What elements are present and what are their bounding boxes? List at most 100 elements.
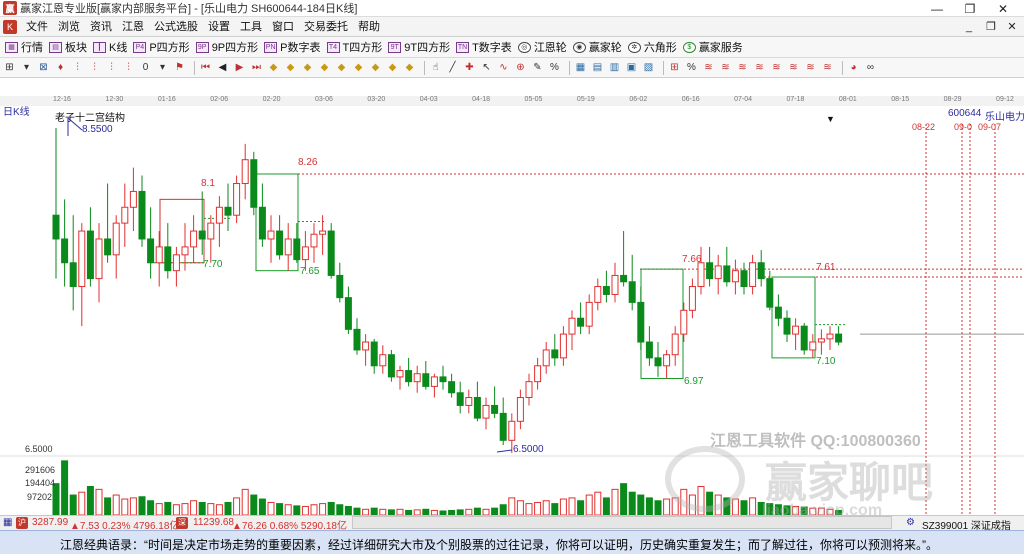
percent-tool-icon[interactable]: % <box>548 61 561 75</box>
close-button[interactable]: ✕ <box>986 0 1020 17</box>
kline-chart[interactable]: 日K线 老子十二宫结构 ▼ 600644 乐山电力 08-22 09-0 09-… <box>0 106 1024 519</box>
9t-square-button[interactable]: 9T 9T四方形 <box>386 38 454 56</box>
mark7-tool-icon[interactable]: ≋ <box>804 61 817 75</box>
diamond3-icon[interactable]: ◆ <box>301 61 314 75</box>
table-icon[interactable]: ▤ <box>591 61 604 75</box>
arrow-tool-icon[interactable]: ↖ <box>480 61 493 75</box>
restore-button[interactable]: ❐ <box>953 0 987 17</box>
calendar-icon[interactable]: ▦ <box>574 61 587 75</box>
bars3-tool-icon[interactable]: ⫶ <box>105 61 118 75</box>
mark3-tool-icon[interactable]: ≋ <box>736 61 749 75</box>
candle-body-up <box>809 341 817 351</box>
cursor-tool-icon[interactable]: ⊞ <box>3 61 16 75</box>
bars2-tool-icon[interactable]: ⫶ <box>88 61 101 75</box>
menu-info[interactable]: 资讯 <box>85 17 117 37</box>
diamond4-icon[interactable]: ◆ <box>318 61 331 75</box>
menu-file[interactable]: 文件 <box>21 17 53 37</box>
hand-tool-icon[interactable]: ☝ <box>429 61 442 75</box>
candle-body-down <box>61 238 69 264</box>
candle-body-up <box>215 206 223 224</box>
t-square-button[interactable]: T4 T四方形 <box>325 38 387 56</box>
menu-tools[interactable]: 工具 <box>235 17 267 37</box>
menu-help[interactable]: 帮助 <box>353 17 385 37</box>
kline-button[interactable]: ┃ K线 <box>91 38 131 56</box>
winner-wheel-button[interactable]: ◉ 赢家轮 <box>571 38 626 56</box>
menu-browse[interactable]: 浏览 <box>53 17 85 37</box>
kline-tool-icon[interactable]: ♦ <box>54 61 67 75</box>
gift-tool-icon[interactable]: ⊕ <box>514 61 527 75</box>
percent2-tool-icon[interactable]: % <box>685 61 698 75</box>
plus-tool-icon[interactable]: ✚ <box>463 61 476 75</box>
9p-square-button[interactable]: 9P 9P四方形 <box>194 38 262 56</box>
gann-box <box>640 268 684 379</box>
gann-wheel-label: 江恩轮 <box>533 42 567 54</box>
candle-body-down <box>422 373 430 387</box>
mark2-tool-icon[interactable]: ≋ <box>719 61 732 75</box>
mark6-tool-icon[interactable]: ≋ <box>787 61 800 75</box>
volume-bar-up <box>190 500 198 515</box>
volume-bar-up <box>611 488 619 515</box>
date-tick-label: 01-16 <box>157 96 176 103</box>
menu-window[interactable]: 窗口 <box>267 17 299 37</box>
disk-icon[interactable]: ▣ <box>625 61 638 75</box>
mark8-tool-icon[interactable]: ≋ <box>821 61 834 75</box>
horizontal-scrollbar[interactable] <box>352 516 892 529</box>
pencil-tool-icon[interactable]: ✎ <box>531 61 544 75</box>
diamond8-icon[interactable]: ◆ <box>386 61 399 75</box>
dropdown-arrow-icon[interactable]: ▼ <box>826 114 835 124</box>
mark1-tool-icon[interactable]: ≋ <box>702 61 715 75</box>
volume-tick-1: 291606 <box>25 465 56 475</box>
cross-tool-icon[interactable]: ⊠ <box>37 61 50 75</box>
grid-status-icon[interactable]: ▦ <box>3 517 12 528</box>
hexagon-button[interactable]: ✲ 六角形 <box>626 38 681 56</box>
menu-settings[interactable]: 设置 <box>203 17 235 37</box>
diamond7-icon[interactable]: ◆ <box>369 61 382 75</box>
diamond6-icon[interactable]: ◆ <box>352 61 365 75</box>
mdi-close-button[interactable]: ✕ <box>1003 19 1021 34</box>
candle-body-down <box>602 286 610 295</box>
volume-bar-up <box>121 498 129 515</box>
diamond9-icon[interactable]: ◆ <box>403 61 416 75</box>
diamond1-icon[interactable]: ◆ <box>267 61 280 75</box>
p-number-table-button[interactable]: PN P数字表 <box>262 38 324 56</box>
diamond2-icon[interactable]: ◆ <box>284 61 297 75</box>
mark5-tool-icon[interactable]: ≋ <box>770 61 783 75</box>
candle-body-up <box>379 354 387 367</box>
color-wheel-icon[interactable]: ◕ <box>847 61 860 75</box>
volume-bar-down <box>602 497 610 515</box>
mark4-tool-icon[interactable]: ≋ <box>753 61 766 75</box>
menu-gann[interactable]: 江恩 <box>117 17 149 37</box>
folder-icon[interactable]: ▧ <box>642 61 655 75</box>
dropdown-arrow2-icon[interactable]: ▾ <box>156 61 169 75</box>
mdi-minimize-button[interactable]: _ <box>960 19 978 34</box>
dropdown-arrow-icon[interactable]: ▾ <box>20 61 33 75</box>
wave-tool-icon[interactable]: ∿ <box>497 61 510 75</box>
bars4-tool-icon[interactable]: ⫶ <box>122 61 135 75</box>
quotes-button[interactable]: ▦ 行情 <box>3 38 47 56</box>
line-tool-icon[interactable]: ╱ <box>446 61 459 75</box>
gann-wheel-button[interactable]: ◎ 江恩轮 <box>516 38 571 56</box>
menu-trade[interactable]: 交易委托 <box>299 17 353 37</box>
grid-tool-icon[interactable]: ⊞ <box>668 61 681 75</box>
sector-button[interactable]: ▤ 板块 <box>47 38 91 56</box>
candle-body-down <box>499 412 507 441</box>
menu-formula[interactable]: 公式选股 <box>149 17 203 37</box>
minimize-button[interactable]: — <box>920 0 954 17</box>
candle-body-up <box>611 274 619 295</box>
infinity-icon[interactable]: ∞ <box>864 61 877 75</box>
first-icon[interactable]: ⏮ <box>199 61 212 75</box>
next-icon[interactable]: ▶ <box>233 61 246 75</box>
t-number-table-button[interactable]: TN T数字表 <box>454 38 516 56</box>
bars-tool-icon[interactable]: ⫶ <box>71 61 84 75</box>
diamond5-icon[interactable]: ◆ <box>335 61 348 75</box>
flag-tool-icon[interactable]: ⚑ <box>173 61 186 75</box>
p-square-button[interactable]: P4 P四方形 <box>131 38 193 56</box>
prev-icon[interactable]: ◀ <box>216 61 229 75</box>
box-label-7-10: 7.10 <box>816 356 836 367</box>
mdi-restore-button[interactable]: ❐ <box>982 19 1000 34</box>
volume-bar-down <box>147 500 155 515</box>
last-icon[interactable]: ⏭ <box>250 61 263 75</box>
winner-service-button[interactable]: $ 赢家服务 <box>681 38 747 56</box>
sheet-icon[interactable]: ▥ <box>608 61 621 75</box>
zero-tool-icon[interactable]: 0 <box>139 61 152 75</box>
